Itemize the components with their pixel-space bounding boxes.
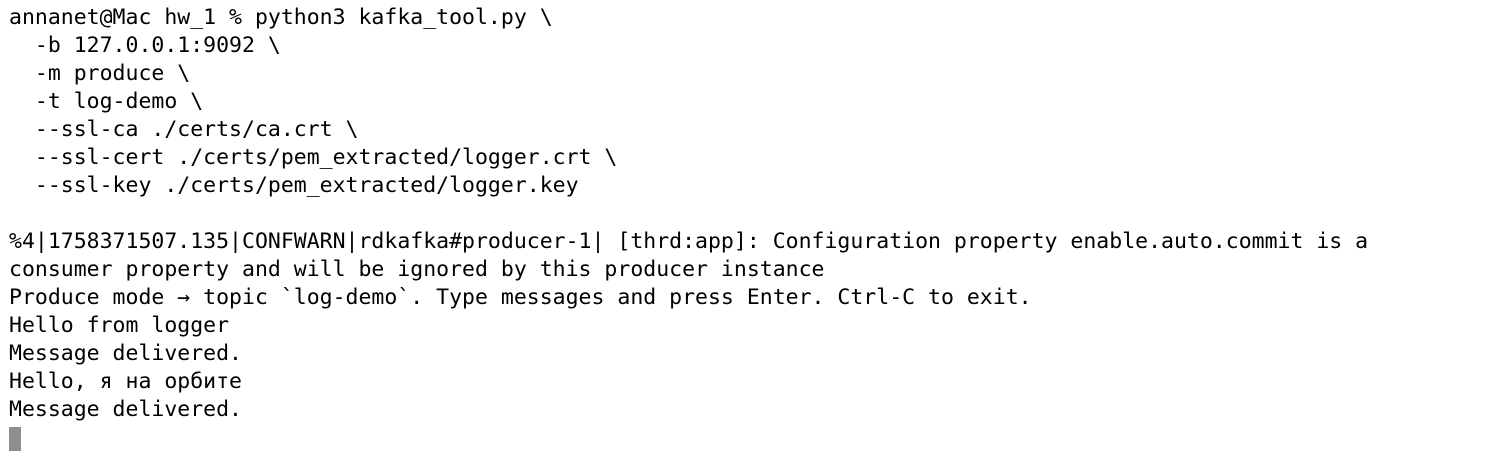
command-arg-mode: -m produce \ [9,61,191,86]
command-prompt-line: annanet@Mac hw_1 % python3 kafka_tool.py… [9,5,553,30]
output-produce-mode: Produce mode → topic `log-demo`. Type me… [9,285,1032,310]
cursor-block [9,427,21,451]
terminal-window[interactable]: annanet@Mac hw_1 % python3 kafka_tool.py… [0,0,1496,454]
output-user-message-1: Hello from logger [9,313,230,338]
command-arg-broker: -b 127.0.0.1:9092 \ [9,33,281,58]
input-line[interactable] [9,424,1496,452]
command-arg-ssl-key: --ssl-key ./certs/pem_extracted/logger.k… [9,173,579,198]
output-delivery-status-1: Message delivered. [9,341,242,366]
output-warning-line-2: consumer property and will be ignored by… [9,257,825,282]
output-warning-line-1: %4|1758371507.135|CONFWARN|rdkafka#produ… [9,229,1369,254]
command-arg-ssl-cert: --ssl-cert ./certs/pem_extracted/logger.… [9,145,618,170]
output-delivery-status-2: Message delivered. [9,397,242,422]
command-arg-topic: -t log-demo \ [9,89,204,114]
output-user-message-2: Hello, я на орбите [9,369,242,394]
command-arg-ssl-ca: --ssl-ca ./certs/ca.crt \ [9,117,359,142]
